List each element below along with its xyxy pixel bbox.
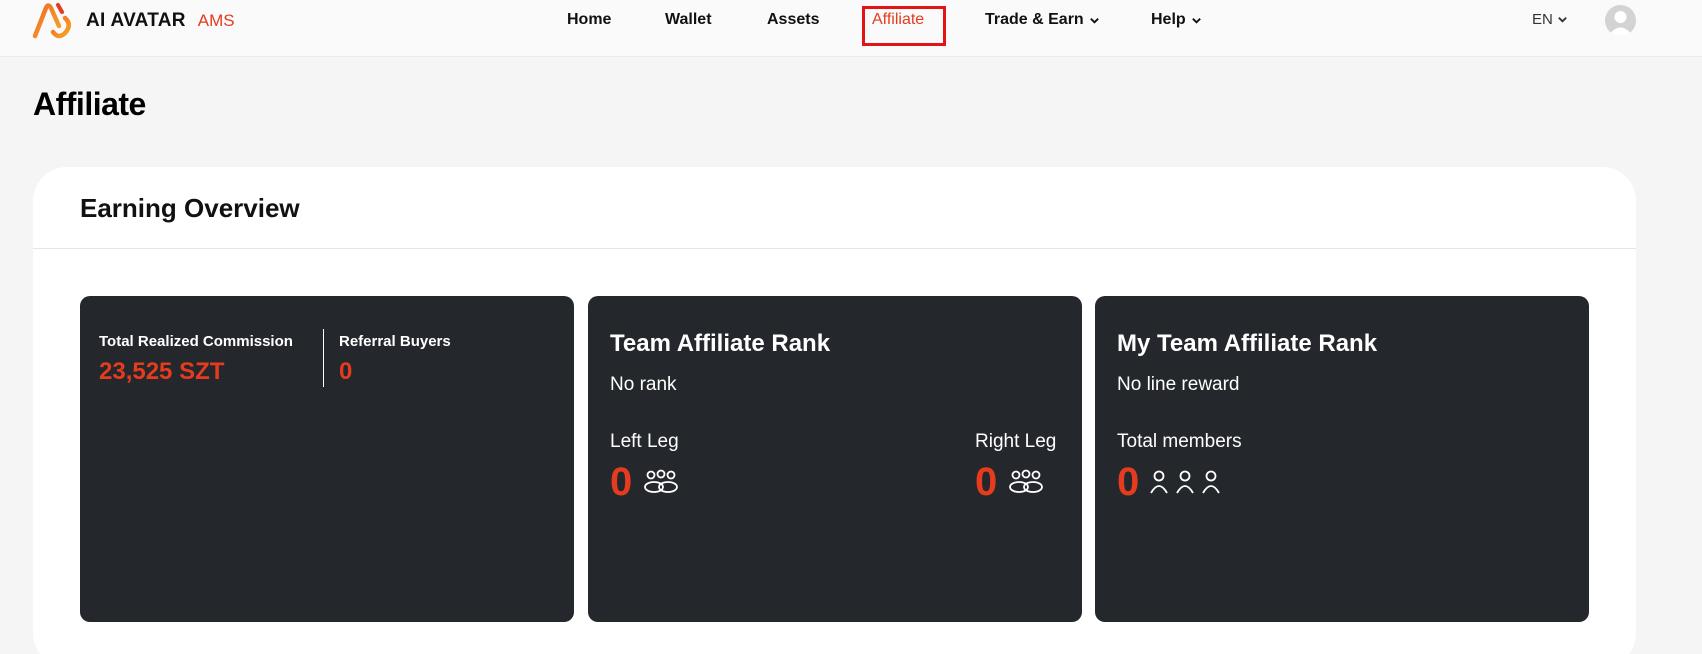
right-leg-row: 0 (975, 460, 1045, 504)
active-nav-highlight (862, 6, 946, 46)
team-rank-status: No rank (610, 374, 677, 395)
team-affiliate-rank-card: Team Affiliate Rank No rank Left Leg 0 R… (588, 296, 1082, 622)
top-navigation-bar: AI AVATAR AMS Home Wallet Assets Affilia… (0, 0, 1702, 57)
nav-trade-earn-label: Trade & Earn (985, 11, 1084, 28)
nav-help[interactable]: Help (1151, 11, 1202, 29)
commission-value: 23,525 SZT (99, 358, 225, 385)
commission-card: Total Realized Commission 23,525 SZT Ref… (80, 296, 574, 622)
referral-buyers-value: 0 (339, 358, 353, 385)
user-avatar[interactable] (1605, 5, 1636, 36)
left-leg-label: Left Leg (610, 431, 679, 452)
total-members-value: 0 (1117, 460, 1140, 504)
right-leg-label: Right Leg (975, 431, 1057, 452)
total-members-row: 0 (1117, 460, 1221, 504)
commission-label: Total Realized Commission (99, 333, 293, 350)
nav-trade-earn[interactable]: Trade & Earn (985, 11, 1100, 29)
team-rank-title: Team Affiliate Rank (610, 330, 831, 357)
brand-logo[interactable]: AI AVATAR AMS (32, 2, 235, 40)
nav-wallet[interactable]: Wallet (665, 11, 712, 29)
brand-suffix: AMS (197, 11, 235, 30)
brand-name: AI AVATAR (86, 10, 186, 31)
left-leg-value: 0 (610, 460, 633, 504)
referral-buyers-label: Referral Buyers (339, 333, 451, 350)
team-group-icon (1009, 469, 1044, 493)
my-rank-title: My Team Affiliate Rank (1117, 330, 1378, 357)
members-icon (1150, 470, 1221, 494)
my-team-affiliate-rank-card: My Team Affiliate Rank No line reward To… (1095, 296, 1589, 622)
chevron-down-icon (1089, 17, 1099, 24)
my-rank-status: No line reward (1117, 374, 1240, 395)
language-selector[interactable]: EN (1532, 11, 1568, 28)
left-leg-row: 0 (610, 460, 680, 504)
page-title: Affiliate (33, 86, 146, 122)
panel-title: Earning Overview (80, 193, 300, 223)
panel-header: Earning Overview (33, 167, 1636, 249)
language-label: EN (1532, 11, 1553, 28)
nav-help-label: Help (1151, 11, 1186, 28)
team-group-icon (644, 469, 679, 493)
user-avatar-icon (1608, 11, 1633, 36)
chevron-down-icon (1558, 17, 1567, 23)
nav-assets[interactable]: Assets (767, 11, 819, 29)
brand-logo-icon (32, 3, 71, 39)
stat-divider (323, 329, 324, 387)
nav-home[interactable]: Home (567, 11, 611, 29)
right-leg-value: 0 (975, 460, 998, 504)
chevron-down-icon (1191, 17, 1201, 24)
total-members-label: Total members (1117, 431, 1242, 452)
